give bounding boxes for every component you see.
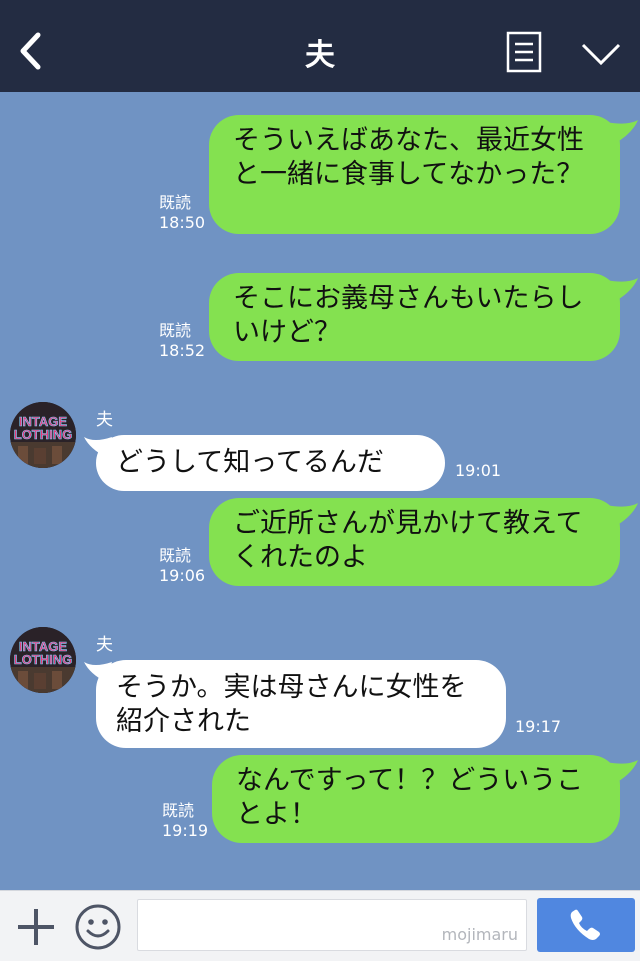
- top-bar: 夫: [0, 0, 640, 92]
- read-status: 既読 18:52: [159, 321, 206, 360]
- read-status: 既読 18:50: [159, 193, 206, 232]
- plus-icon[interactable]: [14, 905, 58, 949]
- read-status: 既読 19:06: [159, 546, 206, 585]
- sender-name: 夫: [96, 410, 113, 430]
- input-bar: mojimaru: [0, 890, 640, 961]
- avatar[interactable]: INTAGE LOTHING: [10, 402, 76, 468]
- avatar-image: INTAGE LOTHING: [10, 402, 76, 468]
- chat-title: 夫: [305, 38, 335, 73]
- message-bubble-received[interactable]: そうか。実は母さんに女性を紹介された: [96, 660, 506, 748]
- svg-text:LOTHING: LOTHING: [14, 652, 73, 667]
- avatar-image: INTAGE LOTHING: [10, 627, 76, 693]
- bubble-tail: [606, 760, 638, 784]
- chevron-down-icon[interactable]: [580, 41, 622, 67]
- message-input[interactable]: mojimaru: [137, 899, 527, 951]
- message-bubble-sent[interactable]: そういえばあなた、最近女性と一緒に食事してなかった？: [209, 115, 620, 234]
- message-bubble-sent[interactable]: そこにお義母さんもいたらしいけど？: [209, 273, 620, 361]
- emoji-icon[interactable]: [74, 903, 122, 951]
- bubble-tail: [606, 120, 638, 144]
- menu-icon[interactable]: [506, 31, 542, 73]
- phone-icon: [570, 909, 600, 940]
- bubble-tail: [606, 278, 638, 302]
- message-bubble-sent[interactable]: なんですって！？どういうことよ！: [212, 755, 620, 843]
- sender-name: 夫: [96, 635, 113, 655]
- message-bubble-received[interactable]: どうして知ってるんだ: [96, 435, 445, 491]
- avatar[interactable]: INTAGE LOTHING: [10, 627, 76, 693]
- message-bubble-sent[interactable]: ご近所さんが見かけて教えてくれたのよ: [209, 498, 620, 586]
- read-status: 既読 19:19: [162, 801, 209, 840]
- message-time: 19:17: [515, 717, 562, 736]
- watermark: mojimaru: [441, 925, 518, 944]
- message-time: 19:01: [455, 461, 502, 480]
- chat-area[interactable]: 既読 18:50 そういえばあなた、最近女性と一緒に食事してなかった？ 既読 1…: [0, 92, 640, 890]
- call-button[interactable]: [537, 898, 635, 952]
- bubble-tail: [606, 503, 638, 527]
- svg-text:LOTHING: LOTHING: [14, 427, 73, 442]
